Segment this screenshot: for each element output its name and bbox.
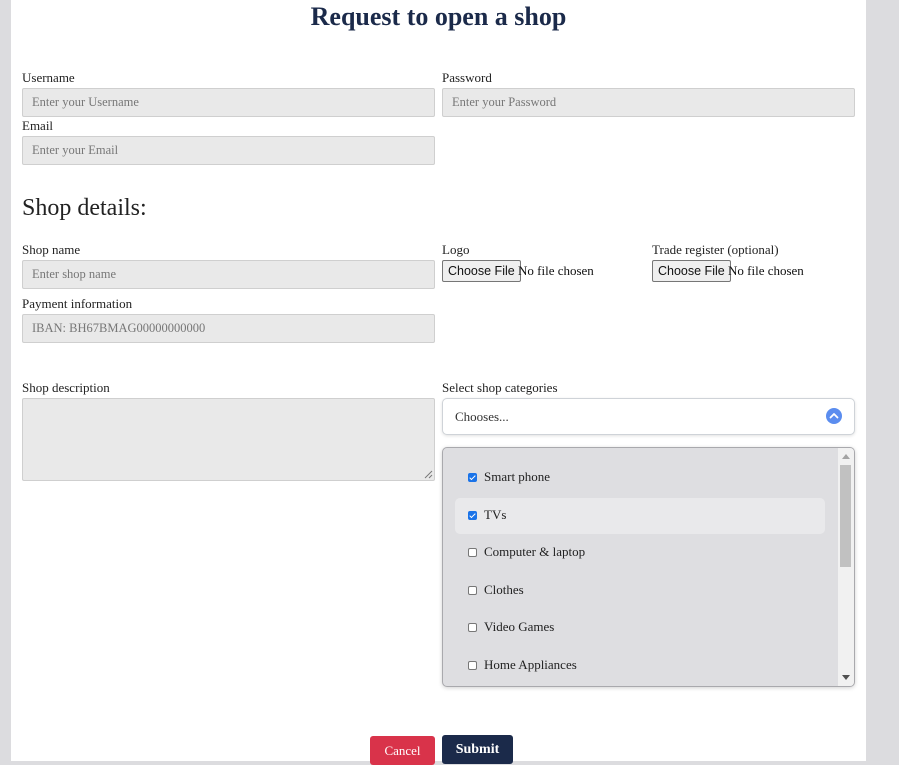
shop-name-label: Shop name — [22, 242, 81, 257]
category-checkbox[interactable] — [468, 661, 477, 670]
username-label: Username — [22, 70, 75, 85]
categories-label: Select shop categories — [442, 380, 558, 395]
form-page: Request to open a shop Username Password… — [11, 0, 866, 765]
chevron-up-icon[interactable] — [826, 408, 842, 424]
scrollbar-thumb[interactable] — [840, 465, 851, 567]
category-checkbox[interactable] — [468, 623, 477, 632]
email-label: Email — [22, 118, 54, 133]
category-option[interactable]: Computer & laptop — [455, 535, 825, 571]
category-checkbox[interactable] — [468, 473, 477, 482]
password-input[interactable] — [442, 88, 855, 117]
email-input[interactable] — [22, 136, 435, 165]
shop-name-input[interactable] — [22, 260, 435, 289]
submit-button[interactable]: Submit — [442, 735, 513, 764]
categories-select-value: Chooses... — [455, 409, 509, 424]
payment-input[interactable] — [22, 314, 435, 343]
logo-label: Logo — [442, 242, 470, 257]
trade-register-choose-file-button[interactable]: Choose File — [652, 260, 731, 282]
trade-register-label: Trade register (optional) — [652, 242, 779, 257]
trade-register-file-status: No file chosen — [728, 263, 804, 278]
category-label: TVs — [484, 507, 507, 522]
category-label: Computer & laptop — [484, 544, 586, 559]
page-title: Request to open a shop — [310, 2, 567, 31]
payment-label: Payment information — [22, 296, 133, 311]
category-option[interactable]: Smart phone — [455, 460, 825, 496]
username-input[interactable] — [22, 88, 435, 117]
category-option[interactable]: Clothes — [455, 573, 825, 609]
listbox-scrollbar[interactable] — [838, 448, 854, 686]
category-checkbox[interactable] — [468, 586, 477, 595]
categories-select[interactable]: Chooses... — [442, 398, 855, 435]
category-label: Smart phone — [484, 469, 551, 484]
logo-file-status: No file chosen — [518, 263, 594, 278]
shop-description-textarea[interactable] — [22, 398, 435, 481]
scroll-up-arrow-icon[interactable] — [842, 454, 850, 459]
logo-choose-file-button[interactable]: Choose File — [442, 260, 521, 282]
categories-listbox[interactable]: Smart phone TVs Computer & laptop Clothe… — [442, 447, 855, 687]
resize-grip-icon[interactable] — [424, 470, 433, 479]
category-checkbox[interactable] — [468, 511, 477, 520]
category-label: Clothes — [484, 582, 524, 597]
category-label: Home Appliances — [484, 657, 577, 672]
category-option[interactable]: Video Games — [455, 610, 825, 646]
shop-description-label: Shop description — [22, 380, 110, 395]
scroll-down-arrow-icon[interactable] — [842, 675, 850, 680]
category-option[interactable]: TVs — [455, 498, 825, 534]
password-label: Password — [442, 70, 492, 85]
category-label: Video Games — [484, 619, 555, 634]
category-option[interactable]: Home Appliances — [455, 648, 825, 684]
category-checkbox[interactable] — [468, 548, 477, 557]
shop-details-heading: Shop details: — [22, 195, 147, 221]
